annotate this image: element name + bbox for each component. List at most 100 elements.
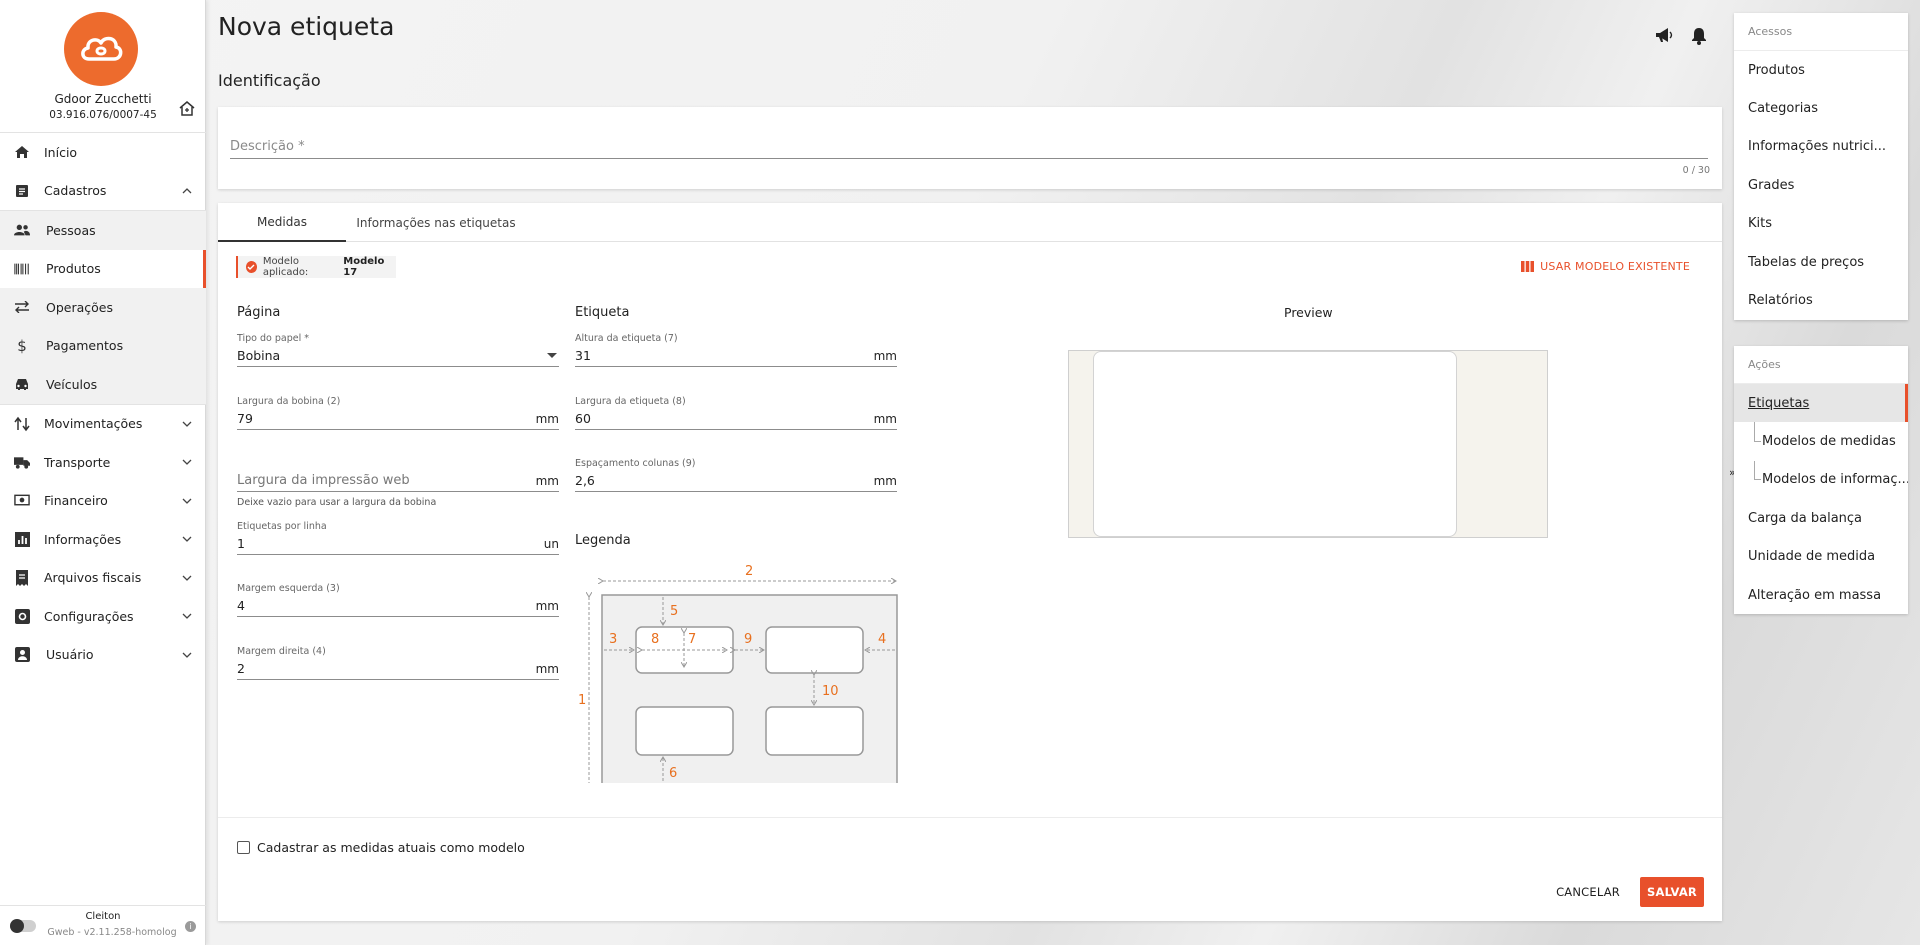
nav-item-usuario[interactable]: Usuário [0, 636, 206, 675]
altura-etiqueta-field[interactable]: Altura da etiqueta (7) 31 mm [575, 333, 897, 367]
altura-etiqueta-label: Altura da etiqueta (7) [575, 333, 678, 344]
acesso-relatorios[interactable]: Relatórios [1734, 281, 1908, 319]
espacamento-colunas-field[interactable]: Espaçamento colunas (9) 2,6 mm [575, 458, 897, 492]
tab-informacoes[interactable]: Informações nas etiquetas [346, 203, 526, 242]
acao-modelos-informacoes[interactable]: Modelos de informaç... [1734, 460, 1908, 499]
chevron-down-icon [182, 498, 192, 504]
cancel-button[interactable]: CANCELAR [1556, 885, 1620, 899]
save-as-model-checkbox[interactable] [237, 841, 250, 854]
nav-item-transporte[interactable]: Transporte [0, 443, 206, 482]
sidebar-footer: Cleiton Gweb - v2.11.258-homolog i [0, 905, 206, 945]
dollar-icon: $ [17, 336, 27, 355]
nav-item-pessoas[interactable]: Pessoas [0, 211, 206, 250]
nav-item-produtos[interactable]: Produtos [0, 249, 206, 288]
etiquetas-linha-field[interactable]: Etiquetas por linha 1 un [237, 521, 559, 555]
acesso-label: Informações nutrici... [1748, 139, 1887, 155]
company-info: Gdoor Zucchetti 03.916.076/0007-45 [0, 92, 206, 122]
largura-impressao-field[interactable]: Largura da impressão web mm Deixe vazio p… [237, 458, 559, 508]
largura-bobina-value: 79 [237, 411, 253, 426]
acesso-tabelas-precos[interactable]: Tabelas de preços [1734, 243, 1908, 281]
acesso-grades[interactable]: Grades [1734, 166, 1908, 204]
nav-label: Arquivos fiscais [44, 570, 142, 586]
people-icon [14, 222, 30, 238]
legend-number-3: 3 [609, 632, 617, 647]
save-as-model-row[interactable]: Cadastrar as medidas atuais como modelo [237, 840, 525, 855]
acao-unidade-medida[interactable]: Unidade de medida [1734, 538, 1908, 576]
use-existing-model-button[interactable]: USAR MODELO EXISTENTE [1521, 260, 1690, 273]
largura-bobina-field[interactable]: Largura da bobina (2) 79 mm [237, 396, 559, 430]
unit-label: mm [535, 473, 559, 488]
nav-item-financeiro[interactable]: Financeiro [0, 482, 206, 521]
nav-label: Pagamentos [46, 338, 124, 354]
margem-esquerda-value: 4 [237, 598, 245, 613]
info-icon[interactable]: i [185, 921, 196, 932]
acesso-label: Tabelas de preços [1748, 254, 1865, 270]
megaphone-icon[interactable] [1655, 27, 1673, 49]
tipo-papel-select[interactable]: Bobina [237, 345, 559, 367]
nav-item-operacoes[interactable]: Operações [0, 288, 206, 327]
nav-label: Configurações [44, 608, 134, 624]
acao-modelos-medidas[interactable]: Modelos de medidas [1734, 422, 1908, 460]
swap-icon [14, 299, 30, 315]
preview-title: Preview [1284, 305, 1333, 320]
acao-etiquetas[interactable]: Etiquetas [1734, 384, 1908, 423]
acesso-categorias[interactable]: Categorias [1734, 89, 1908, 127]
legend-number-5: 5 [670, 604, 678, 619]
nav-label: Operações [46, 299, 113, 315]
nav-item-informacoes[interactable]: Informações [0, 520, 206, 559]
chevron-down-icon [182, 536, 192, 542]
bell-icon[interactable] [1691, 27, 1707, 49]
description-input[interactable] [230, 135, 1708, 159]
acesso-produtos[interactable]: Produtos [1734, 51, 1908, 89]
nav-label: Informações [44, 531, 122, 547]
acao-alteracao-massa[interactable]: Alteração em massa [1734, 576, 1908, 614]
nav-item-movimentacoes[interactable]: Movimentações [0, 405, 206, 444]
unit-label: mm [535, 598, 559, 613]
acesso-label: Categorias [1748, 101, 1819, 117]
acoes-panel: Ações Etiquetas Modelos de medidas Model… [1734, 346, 1908, 615]
nav-label: Usuário [46, 647, 94, 663]
measures-card: Medidas Informações nas etiquetas Modelo… [218, 203, 1722, 921]
nav-item-configuracoes[interactable]: Configurações [0, 597, 206, 636]
legend-number-4: 4 [878, 632, 886, 647]
nav-item-arquivos-fiscais[interactable]: Arquivos fiscais [0, 559, 206, 598]
acesso-informacoes-nutricionais[interactable]: Informações nutrici... [1734, 128, 1908, 166]
chevron-down-icon [182, 459, 192, 465]
tab-medidas[interactable]: Medidas [218, 203, 346, 242]
largura-etiqueta-field[interactable]: Largura da etiqueta (8) 60 mm [575, 396, 897, 430]
unit-label: mm [873, 473, 897, 488]
save-button[interactable]: SALVAR [1640, 877, 1704, 907]
altura-etiqueta-value: 31 [575, 348, 591, 363]
acessos-title: Acessos [1734, 13, 1908, 51]
switch-company-icon[interactable] [178, 100, 196, 118]
receipt-icon [14, 569, 30, 586]
columns-icon [1521, 261, 1535, 272]
tipo-papel-value: Bobina [237, 348, 281, 363]
check-circle-icon [246, 261, 257, 273]
dropdown-arrow-icon [547, 352, 557, 358]
nav-item-pagamentos[interactable]: $ Pagamentos [0, 327, 206, 366]
largura-impressao-hint: Deixe vazio para usar a largura da bobin… [237, 497, 437, 508]
nav-item-cadastros[interactable]: Cadastros [0, 172, 206, 211]
nav-item-inicio[interactable]: Início [0, 133, 206, 172]
nav-label: Início [44, 144, 78, 160]
legenda-title: Legenda [575, 533, 631, 548]
margem-direita-field[interactable]: Margem direita (4) 2 mm [237, 646, 559, 680]
acesso-label: Produtos [1748, 62, 1805, 78]
home-icon [14, 144, 30, 160]
preview-label [1093, 351, 1457, 537]
acao-label: Modelos de informaç... [1762, 472, 1908, 488]
applied-model-name: Modelo 17 [343, 256, 385, 278]
chevron-down-icon [182, 652, 192, 658]
legend-number-1: 1 [578, 693, 586, 708]
unit-label: mm [535, 661, 559, 676]
chevron-down-icon [182, 421, 192, 427]
acao-carga-balanca[interactable]: Carga da balança [1734, 499, 1908, 537]
section-title: Identificação [218, 71, 321, 90]
acesso-kits[interactable]: Kits [1734, 205, 1908, 243]
nav-item-veiculos[interactable]: Veículos [0, 365, 206, 404]
tipo-papel-field[interactable]: Tipo do papel * Bobina [237, 333, 559, 367]
legend-label-rect [765, 706, 864, 756]
margem-esquerda-field[interactable]: Margem esquerda (3) 4 mm [237, 583, 559, 617]
legend-number-8: 8 [651, 632, 659, 647]
